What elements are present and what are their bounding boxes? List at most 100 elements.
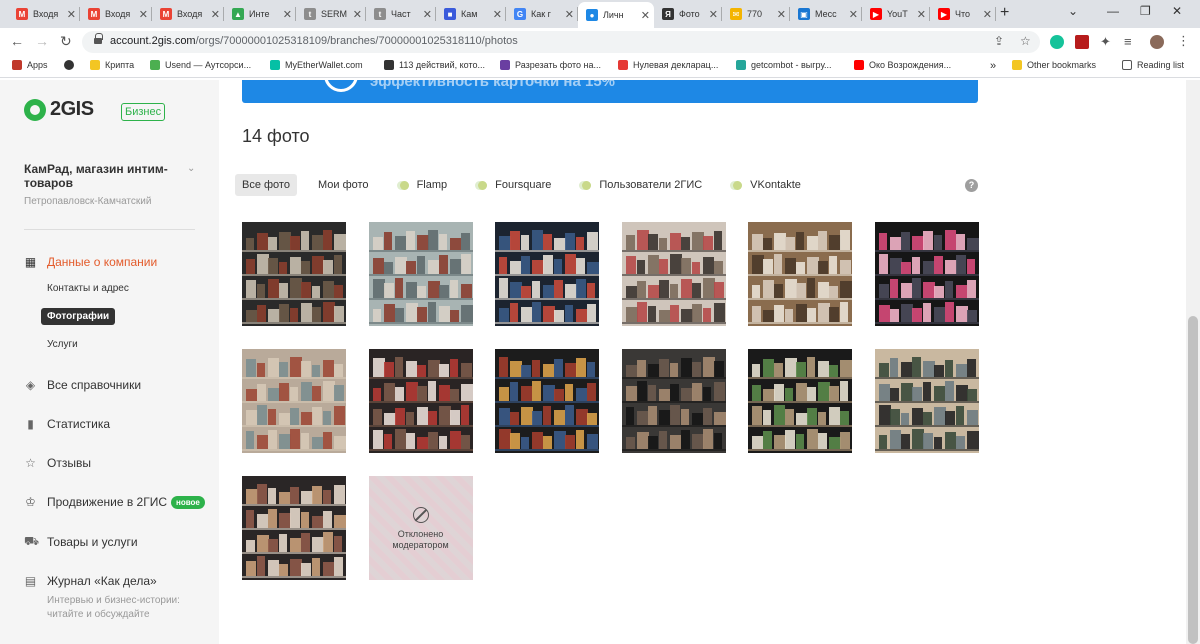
photo-thumbnail[interactable]	[748, 349, 852, 453]
reading-queue-icon[interactable]: ≡	[1124, 34, 1132, 49]
browser-tab[interactable]: ✉ 770 ✕	[722, 3, 790, 25]
tab-close-icon[interactable]: ✕	[139, 8, 148, 21]
photo-thumbnail[interactable]	[242, 222, 346, 326]
tab-close-icon[interactable]: ✕	[283, 8, 292, 21]
grammarly-extension-icon[interactable]	[1050, 35, 1064, 49]
tab-close-icon[interactable]: ✕	[641, 9, 650, 22]
browser-tab[interactable]: M Входя ✕	[8, 3, 80, 25]
tab-close-icon[interactable]: ✕	[211, 8, 220, 21]
browser-tab[interactable]: ▣ Месс ✕	[790, 3, 862, 25]
bookmark-item[interactable]: Око Возрождения...	[854, 60, 951, 70]
browser-menu-icon[interactable]: ⋮	[1177, 33, 1190, 49]
bookmark-item[interactable]: MyEtherWallet.com	[270, 60, 363, 70]
bookmark-star-icon[interactable]: ☆	[1020, 34, 1031, 48]
new-tab-button[interactable]: +	[1000, 4, 1009, 22]
browser-tab[interactable]: M Входя ✕	[152, 3, 224, 25]
tab-close-icon[interactable]: ✕	[353, 8, 362, 21]
chevron-down-icon[interactable]: ⌄	[187, 163, 195, 174]
bookmark-item[interactable]: 113 действий, кото...	[384, 60, 485, 70]
extensions-puzzle-icon[interactable]: ✦	[1100, 34, 1111, 50]
sidebar-item[interactable]: ♔ Продвижение в 2ГИС новое	[24, 495, 205, 509]
photo-thumbnail[interactable]	[242, 476, 346, 580]
sidebar-item[interactable]: ▮ Статистика	[24, 417, 110, 431]
sidebar-item[interactable]: ⛟ Товары и услуги	[24, 534, 138, 550]
photo-thumbnail[interactable]	[748, 222, 852, 326]
reading-list[interactable]: Reading list	[1122, 60, 1184, 70]
page-scrollbar[interactable]	[1186, 80, 1200, 644]
company-name[interactable]: КамРад, магазин интим-товаров	[24, 162, 184, 190]
bookmark-item[interactable]: getcombot - выгру...	[736, 60, 832, 70]
photo-thumbnail[interactable]	[495, 349, 599, 453]
photo-thumbnail[interactable]	[621, 222, 726, 326]
photo-thumbnail[interactable]	[368, 222, 473, 326]
sidebar-subitem[interactable]: Услуги	[47, 339, 78, 350]
toggle-switch[interactable]	[396, 180, 409, 190]
photo-thumbnail[interactable]	[621, 349, 726, 453]
sidebar-subitem[interactable]: Контакты и адрес	[47, 283, 129, 294]
rejected-label: Отклонено модератором	[392, 529, 449, 550]
tab-close-icon[interactable]: ✕	[983, 8, 992, 21]
browser-tab[interactable]: M Входя ✕	[80, 3, 152, 25]
close-window-icon[interactable]: ✕	[1172, 4, 1182, 18]
tab-search-icon[interactable]: ⌄	[1068, 4, 1078, 18]
scrollbar-thumb[interactable]	[1188, 316, 1198, 644]
browser-tab[interactable]: t SERM ✕	[296, 3, 366, 25]
bookmark-item[interactable]: Usend — Аутсорси...	[150, 60, 251, 70]
tab-close-icon[interactable]: ✕	[849, 8, 858, 21]
tab-close-icon[interactable]: ✕	[709, 8, 718, 21]
photo-filter[interactable]: Мои фото	[311, 174, 376, 196]
bookmark-item[interactable]: Крипта	[90, 60, 134, 70]
bookmark-item[interactable]: Разрезать фото на...	[500, 60, 601, 70]
other-bookmarks[interactable]: Other bookmarks	[1012, 60, 1096, 70]
sidebar-item[interactable]: ◈ Все справочники	[24, 378, 141, 392]
photo-filter[interactable]: Foursquare	[468, 174, 558, 196]
tab-close-icon[interactable]: ✕	[67, 8, 76, 21]
rejected-photo[interactable]: Отклонено модератором	[368, 476, 473, 580]
tab-close-icon[interactable]: ✕	[423, 8, 432, 21]
2gis-logo[interactable]: 2GIS	[24, 98, 94, 121]
more-bookmarks-icon[interactable]: »	[990, 60, 996, 72]
forward-arrow-icon[interactable]: →	[35, 33, 49, 49]
photo-thumbnail[interactable]	[874, 222, 979, 326]
profile-avatar[interactable]	[1150, 35, 1164, 49]
url-field[interactable]: account.2gis.com/orgs/70000001025318109/…	[82, 31, 1040, 53]
browser-tab[interactable]: ▶ Что ✕	[930, 3, 996, 25]
sidebar-item[interactable]: ▦ Данные о компании	[24, 255, 157, 269]
toggle-switch[interactable]	[475, 180, 488, 190]
sidebar-item[interactable]: ▤ Журнал «Как дела»	[24, 574, 157, 588]
tab-close-icon[interactable]: ✕	[917, 8, 926, 21]
back-arrow-icon[interactable]: ←	[10, 33, 24, 49]
browser-tab[interactable]: Я Фото ✕	[654, 3, 722, 25]
sidebar-item[interactable]: ☆ Отзывы	[24, 456, 91, 470]
reload-icon[interactable]: ↻	[60, 33, 72, 50]
browser-tab[interactable]: ▲ Инте ✕	[224, 3, 296, 25]
browser-tab[interactable]: t Част ✕	[366, 3, 436, 25]
photo-thumbnail[interactable]	[368, 349, 473, 453]
bookmark-item[interactable]: Нулевая декларац...	[618, 60, 718, 70]
promo-banner[interactable]: эффективность карточки на 15%	[242, 80, 978, 103]
photo-filter[interactable]: Flamp	[390, 174, 455, 196]
browser-tab[interactable]: ■ Кам ✕	[436, 3, 506, 25]
share-icon[interactable]: ⇪	[994, 34, 1004, 48]
sidebar-subitem[interactable]: Фотографии	[41, 308, 116, 325]
bookmark-item[interactable]: Apps	[12, 60, 48, 70]
bookmark-item[interactable]	[64, 60, 79, 70]
help-icon[interactable]: ?	[965, 179, 978, 192]
browser-tab[interactable]: G Как г ✕	[506, 3, 578, 25]
toggle-switch[interactable]	[579, 180, 592, 190]
toggle-switch[interactable]	[730, 180, 743, 190]
photo-filter[interactable]: VKontakte	[723, 174, 808, 196]
tab-close-icon[interactable]: ✕	[777, 8, 786, 21]
pdf-extension-icon[interactable]	[1075, 35, 1089, 49]
browser-tab[interactable]: ▶ YouT ✕	[862, 3, 930, 25]
tab-close-icon[interactable]: ✕	[493, 8, 502, 21]
maximize-icon[interactable]: ❐	[1140, 4, 1151, 18]
browser-tab[interactable]: ● Личн ✕	[578, 2, 654, 28]
photo-filter[interactable]: Все фото	[235, 174, 297, 196]
photo-thumbnail[interactable]	[495, 222, 599, 326]
photo-thumbnail[interactable]	[242, 349, 346, 453]
minimize-icon[interactable]: —	[1107, 4, 1119, 18]
tab-close-icon[interactable]: ✕	[565, 8, 574, 21]
photo-filter[interactable]: Пользователи 2ГИС	[572, 174, 709, 196]
photo-thumbnail[interactable]	[874, 349, 979, 453]
